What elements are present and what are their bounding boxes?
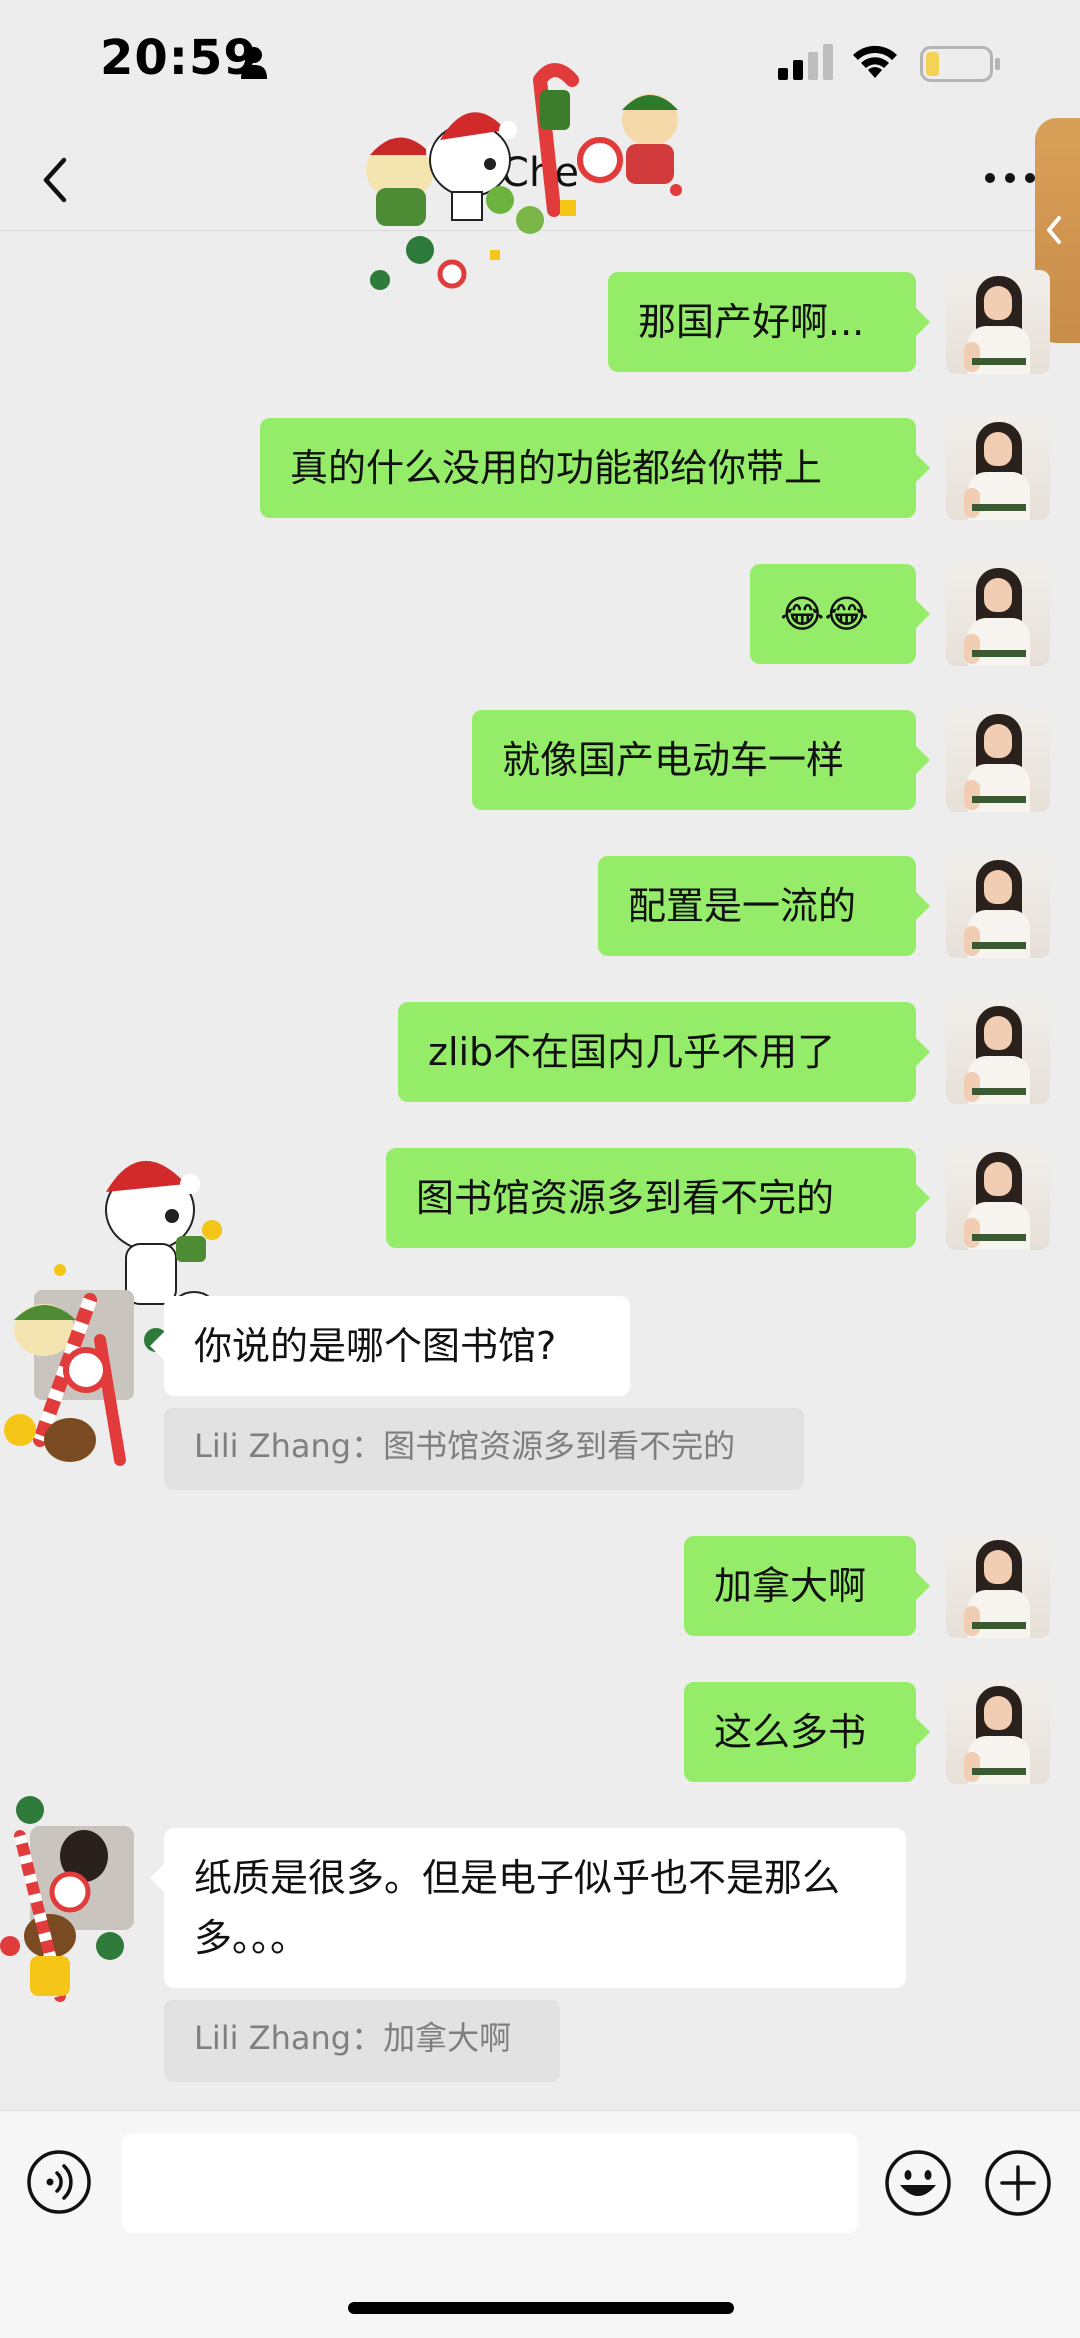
status-time: 20:59 — [100, 30, 258, 86]
message-bubble-outgoing[interactable]: 😂😂 — [750, 564, 930, 664]
more-dots-icon[interactable] — [980, 158, 1040, 198]
home-indicator[interactable] — [348, 2302, 734, 2314]
message-bubble-outgoing[interactable]: zlib不在国内几乎不用了 — [398, 1002, 930, 1102]
avatar[interactable] — [946, 1146, 1050, 1250]
person-icon — [241, 47, 267, 79]
voice-icon[interactable] — [26, 2149, 92, 2215]
message-input[interactable] — [122, 2133, 858, 2233]
avatar[interactable] — [946, 708, 1050, 812]
quoted-message[interactable]: Lili Zhang：加拿大啊 — [164, 2000, 560, 2082]
message-bubble-outgoing[interactable]: 就像国产电动车一样 — [472, 710, 930, 810]
wifi-icon — [853, 45, 897, 78]
signal-icon — [778, 44, 833, 80]
avatar[interactable] — [946, 1000, 1050, 1104]
message-bubble-outgoing[interactable]: 那国产好啊... — [608, 272, 930, 372]
message-bubble-outgoing[interactable]: 真的什么没用的功能都给你带上 — [260, 418, 930, 518]
avatar[interactable] — [946, 562, 1050, 666]
message-bubble-outgoing[interactable]: 配置是一流的 — [598, 856, 930, 956]
avatar[interactable] — [946, 854, 1050, 958]
avatar[interactable] — [946, 1680, 1050, 1784]
battery-icon — [920, 46, 1000, 82]
quoted-message[interactable]: Lili Zhang：图书馆资源多到看不完的 — [164, 1408, 804, 1490]
avatar[interactable] — [946, 270, 1050, 374]
christmas-sticker-left-2 — [0, 1796, 134, 2002]
message-bubble-outgoing[interactable]: 这么多书 — [684, 1682, 930, 1782]
plus-icon[interactable] — [984, 2149, 1052, 2217]
message-bubble-incoming[interactable]: 你说的是哪个图书馆? — [150, 1296, 630, 1396]
avatar[interactable] — [946, 416, 1050, 520]
message-bubble-outgoing[interactable]: 加拿大啊 — [684, 1536, 930, 1636]
message-bubble-incoming[interactable]: 纸质是很多。但是电子似乎也不是那么多。。。 — [150, 1828, 906, 1988]
message-bubble-outgoing[interactable]: 图书馆资源多到看不完的 — [386, 1148, 930, 1248]
avatar[interactable] — [946, 1534, 1050, 1638]
emoji-icon[interactable] — [884, 2149, 952, 2217]
